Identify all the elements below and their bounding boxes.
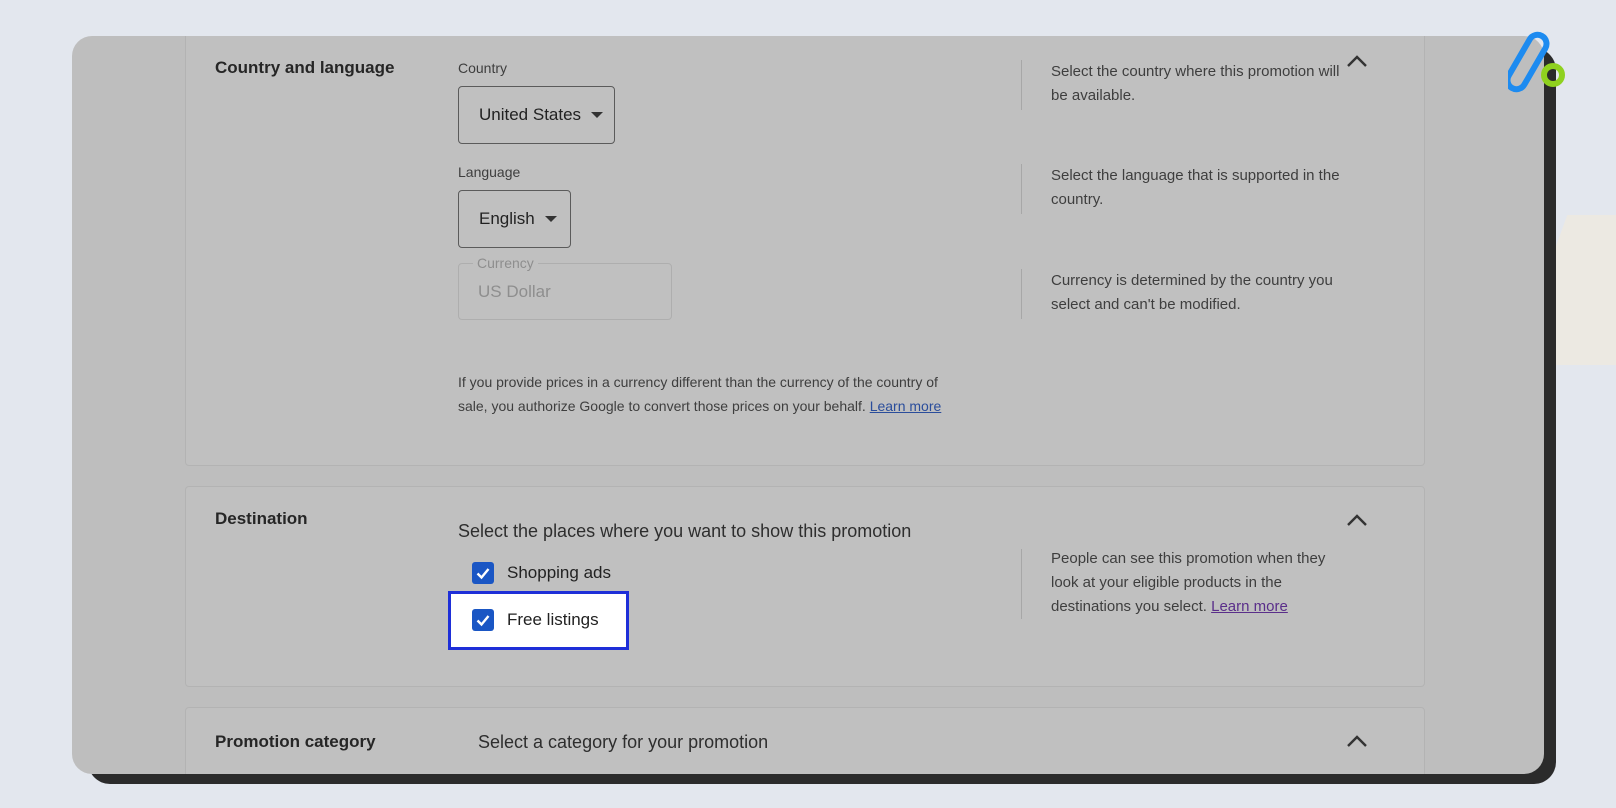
divider [1021, 60, 1022, 110]
brand-logo-icon [1508, 31, 1565, 93]
chevron-up-icon[interactable] [1346, 513, 1368, 527]
language-dropdown[interactable]: English [458, 190, 571, 248]
section-title-country-language: Country and language [215, 58, 395, 77]
dropdown-caret-icon [591, 112, 604, 118]
currency-conversion-note: If you provide prices in a currency diff… [458, 370, 968, 418]
currency-value: US Dollar [478, 282, 551, 301]
country-dropdown[interactable]: United States [458, 86, 615, 144]
country-help-text: Select the country where this promotion … [1051, 63, 1340, 104]
shopping-ads-checkbox[interactable] [472, 562, 494, 584]
destination-card: Destination Select the places where you … [185, 486, 1425, 687]
divider [1021, 549, 1022, 619]
checkmark-icon [476, 615, 490, 627]
chevron-up-icon[interactable] [1346, 734, 1368, 748]
checkmark-icon [476, 568, 490, 580]
country-value: United States [479, 105, 582, 124]
learn-more-link[interactable]: Learn more [1211, 598, 1288, 615]
divider [1021, 269, 1022, 319]
screenshot-frame: Country and language Country United Stat… [72, 36, 1544, 774]
country-language-card: Country and language Country United Stat… [185, 36, 1425, 466]
currency-help-text: Currency is determined by the country yo… [1051, 272, 1333, 313]
section-title-destination: Destination [215, 509, 308, 528]
language-label: Language [458, 164, 521, 180]
divider [1021, 164, 1022, 214]
destination-help-text: People can see this promotion when they … [1051, 547, 1351, 619]
promotion-category-prompt: Select a category for your promotion [478, 732, 769, 752]
currency-field: Currency US Dollar [458, 255, 672, 320]
note-text: If you provide prices in a currency diff… [458, 374, 938, 414]
destination-prompt: Select the places where you want to show… [458, 521, 912, 541]
free-listings-label: Free listings [507, 610, 599, 629]
free-listings-checkbox[interactable] [472, 609, 494, 631]
shopping-ads-label: Shopping ads [507, 563, 611, 582]
free-listings-option[interactable]: Free listings [472, 608, 599, 632]
shopping-ads-option[interactable]: Shopping ads [472, 561, 611, 585]
language-help-text: Select the language that is supported in… [1051, 167, 1340, 208]
country-label: Country [458, 60, 508, 76]
dropdown-caret-icon [544, 216, 557, 222]
promotion-category-card: Promotion category Select a category for… [185, 707, 1425, 774]
currency-label: Currency [473, 255, 538, 271]
section-title-promotion-category: Promotion category [215, 732, 376, 751]
language-value: English [479, 209, 535, 228]
learn-more-link[interactable]: Learn more [870, 398, 942, 414]
